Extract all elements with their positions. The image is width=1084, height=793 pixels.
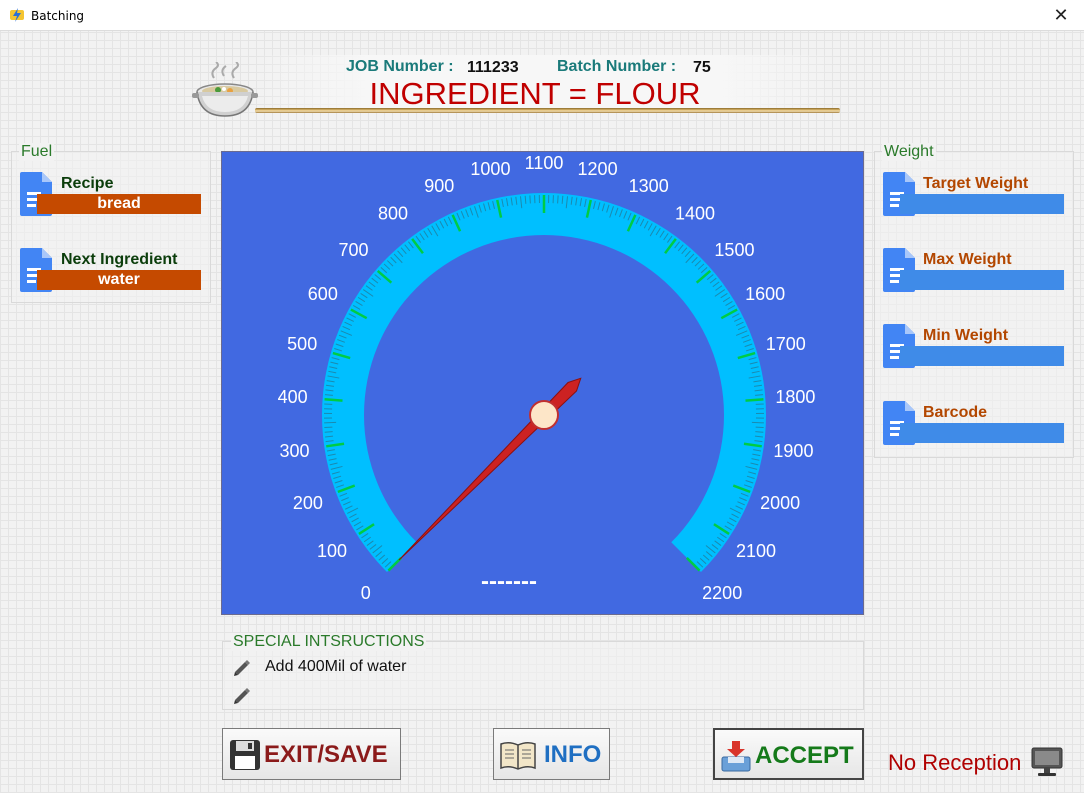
gauge-tick-label: 200 bbox=[293, 493, 323, 513]
recipe-value: bread bbox=[37, 194, 201, 214]
next-ingredient-value: water bbox=[37, 270, 201, 290]
special-instructions-title: SPECIAL INTSRUCTIONS bbox=[231, 633, 427, 651]
gauge-tick-label: 1300 bbox=[629, 176, 669, 196]
batch-number-value: 75 bbox=[693, 59, 711, 76]
gauge-tick-label: 700 bbox=[339, 240, 369, 260]
gauge-tick-label: 1700 bbox=[766, 334, 806, 354]
gauge-tick-label: 400 bbox=[278, 387, 308, 407]
gauge-tick-label: 800 bbox=[378, 203, 408, 223]
gauge-tick-label: 600 bbox=[308, 284, 338, 304]
ingredient-title: INGREDIENT = FLOUR bbox=[369, 76, 701, 111]
gauge-tick-label: 1800 bbox=[775, 387, 815, 407]
gauge-minor-tick bbox=[561, 195, 564, 204]
pencil-icon bbox=[234, 688, 250, 704]
gauge-hub bbox=[529, 400, 559, 430]
max-weight-value bbox=[900, 270, 1064, 290]
job-number-value: 111233 bbox=[467, 59, 519, 76]
gauge-tick-label: 500 bbox=[287, 334, 317, 354]
next-ingredient-label: Next Ingredient bbox=[61, 251, 178, 268]
gauge-minor-tick bbox=[524, 195, 527, 204]
gauge-dial: 0 100 200 300 400 500 600 700 800 900 1000 1100 1200… bbox=[278, 153, 816, 603]
max-weight-label: Max Weight bbox=[923, 251, 1012, 268]
info-button[interactable]: INFO bbox=[493, 728, 610, 780]
window-title: Batching bbox=[31, 9, 85, 23]
lightning-app-icon bbox=[10, 8, 24, 22]
gauge-tick-label: 0 bbox=[361, 583, 371, 603]
gauge-minor-tick bbox=[755, 431, 764, 433]
exit-save-label[interactable]: EXIT/SAVE bbox=[264, 741, 388, 769]
gauge-tick-label: 1200 bbox=[578, 159, 618, 179]
pencil-icon bbox=[234, 660, 250, 676]
gauge-band bbox=[322, 193, 766, 572]
gauge-tick-label: 1400 bbox=[675, 203, 715, 223]
min-weight-value bbox=[900, 346, 1064, 366]
gauge-readout: ------- bbox=[481, 568, 537, 595]
gauge-tick-label: 900 bbox=[424, 176, 454, 196]
book-icon bbox=[500, 741, 536, 770]
computer-monitor-icon bbox=[1031, 747, 1063, 776]
gauge-tick-label: 1900 bbox=[773, 441, 813, 461]
title-bar: Batching ✕ bbox=[0, 0, 1084, 31]
min-weight-label: Min Weight bbox=[923, 327, 1009, 344]
gauge-arc bbox=[322, 193, 766, 572]
info-label[interactable]: INFO bbox=[544, 741, 601, 769]
inbox-download-icon bbox=[721, 741, 751, 772]
barcode-label: Barcode bbox=[923, 404, 988, 421]
instruction-line-1: Add 400Mil of water bbox=[265, 658, 407, 675]
weight-gauge: 0 100 200 300 400 500 600 700 800 900 1000 1100 1200… bbox=[221, 151, 864, 615]
target-weight-value bbox=[900, 194, 1064, 214]
gauge-major-tick bbox=[324, 398, 343, 402]
batch-number-label: Batch Number : bbox=[557, 58, 677, 75]
gauge-tick-label: 1500 bbox=[714, 240, 754, 260]
soup-pot-icon bbox=[192, 62, 258, 117]
fuel-group-title: Fuel bbox=[19, 143, 55, 161]
gauge-tick-label: 2000 bbox=[760, 493, 800, 513]
gauge-minor-tick bbox=[529, 195, 531, 204]
gauge-tick-label: 100 bbox=[317, 541, 347, 561]
recipe-label: Recipe bbox=[61, 175, 114, 192]
barcode-value bbox=[900, 423, 1064, 443]
gauge-tick-label: 1100 bbox=[525, 153, 564, 173]
gauge-needle bbox=[398, 377, 582, 561]
accept-button[interactable]: ACCEPT bbox=[713, 728, 864, 780]
job-number-label: JOB Number : bbox=[346, 58, 454, 75]
exit-save-button[interactable]: EXIT/SAVE bbox=[222, 728, 401, 780]
close-icon[interactable]: ✕ bbox=[1053, 5, 1068, 25]
target-weight-label: Target Weight bbox=[923, 175, 1029, 192]
gauge-tick-label: 1600 bbox=[745, 284, 785, 304]
reception-status: No Reception bbox=[888, 750, 1022, 775]
close-button[interactable]: ✕ bbox=[1038, 0, 1084, 31]
gauge-major-tick bbox=[745, 398, 764, 402]
gauge-tick-label: 300 bbox=[280, 441, 310, 461]
gauge-tick-label: 2100 bbox=[736, 541, 776, 561]
gauge-minor-tick bbox=[324, 431, 333, 433]
accept-label[interactable]: ACCEPT bbox=[755, 742, 854, 770]
weight-group-title: Weight bbox=[882, 143, 936, 161]
gauge-tick-label: 1000 bbox=[470, 159, 510, 179]
gauge-minor-tick bbox=[557, 195, 559, 204]
gauge-tick-label: 2200 bbox=[702, 583, 742, 603]
floppy-disk-icon bbox=[230, 740, 260, 770]
